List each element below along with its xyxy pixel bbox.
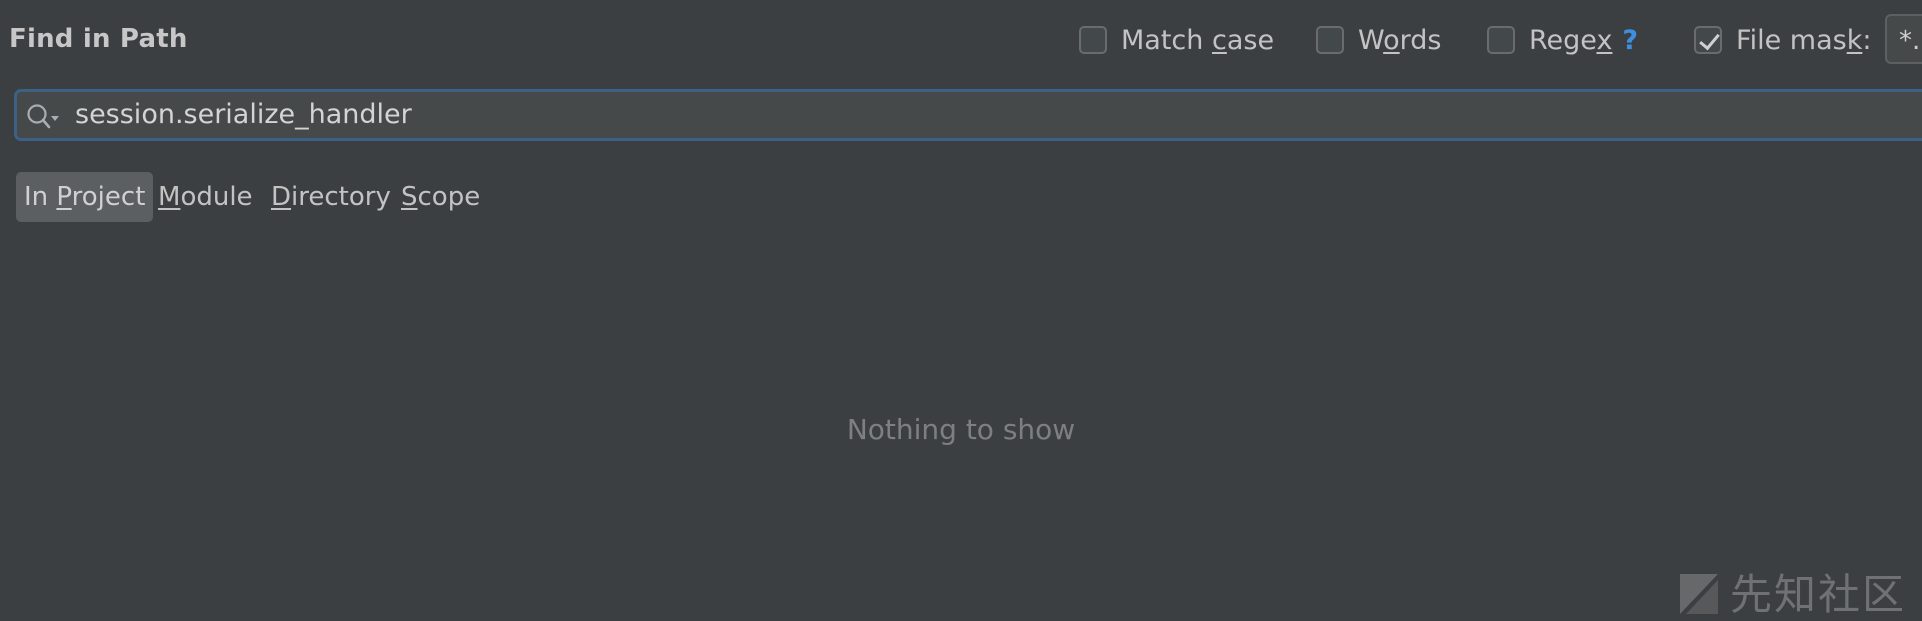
search-field[interactable]: session.serialize_handler (14, 89, 1922, 141)
watermark: 先知社区 (1676, 562, 1906, 620)
tab-directory[interactable]: Directory (263, 172, 399, 222)
file-mask-input[interactable]: *. (1885, 14, 1922, 64)
regex-help-icon[interactable]: ? (1622, 25, 1638, 56)
file-mask-option[interactable]: File mask: (1694, 22, 1871, 58)
tab-scope[interactable]: Scope (393, 172, 488, 222)
find-in-path-dialog: Find in Path Match case Words Regex ? Fi… (0, 0, 1922, 621)
words-checkbox[interactable] (1316, 26, 1344, 54)
file-mask-checkbox[interactable] (1694, 26, 1722, 54)
match-case-label: Match case (1121, 24, 1275, 56)
tab-module[interactable]: Module (150, 172, 261, 222)
regex-label: Regex (1529, 24, 1613, 56)
watermark-text: 先知社区 (1730, 569, 1907, 619)
match-case-option[interactable]: Match case (1079, 22, 1274, 58)
search-input[interactable]: session.serialize_handler (75, 99, 412, 130)
search-icon[interactable] (25, 102, 61, 132)
words-option[interactable]: Words (1316, 22, 1442, 58)
file-mask-label: File mask: (1736, 24, 1872, 56)
words-label: Words (1358, 24, 1442, 56)
dialog-title: Find in Path (9, 24, 188, 54)
regex-checkbox[interactable] (1487, 26, 1515, 54)
watermark-logo-icon (1680, 574, 1718, 614)
match-case-checkbox[interactable] (1079, 26, 1107, 54)
regex-option[interactable]: Regex ? (1487, 22, 1638, 58)
empty-results-message: Nothing to show (846, 413, 1076, 446)
tab-in-project[interactable]: In Project (16, 172, 154, 222)
